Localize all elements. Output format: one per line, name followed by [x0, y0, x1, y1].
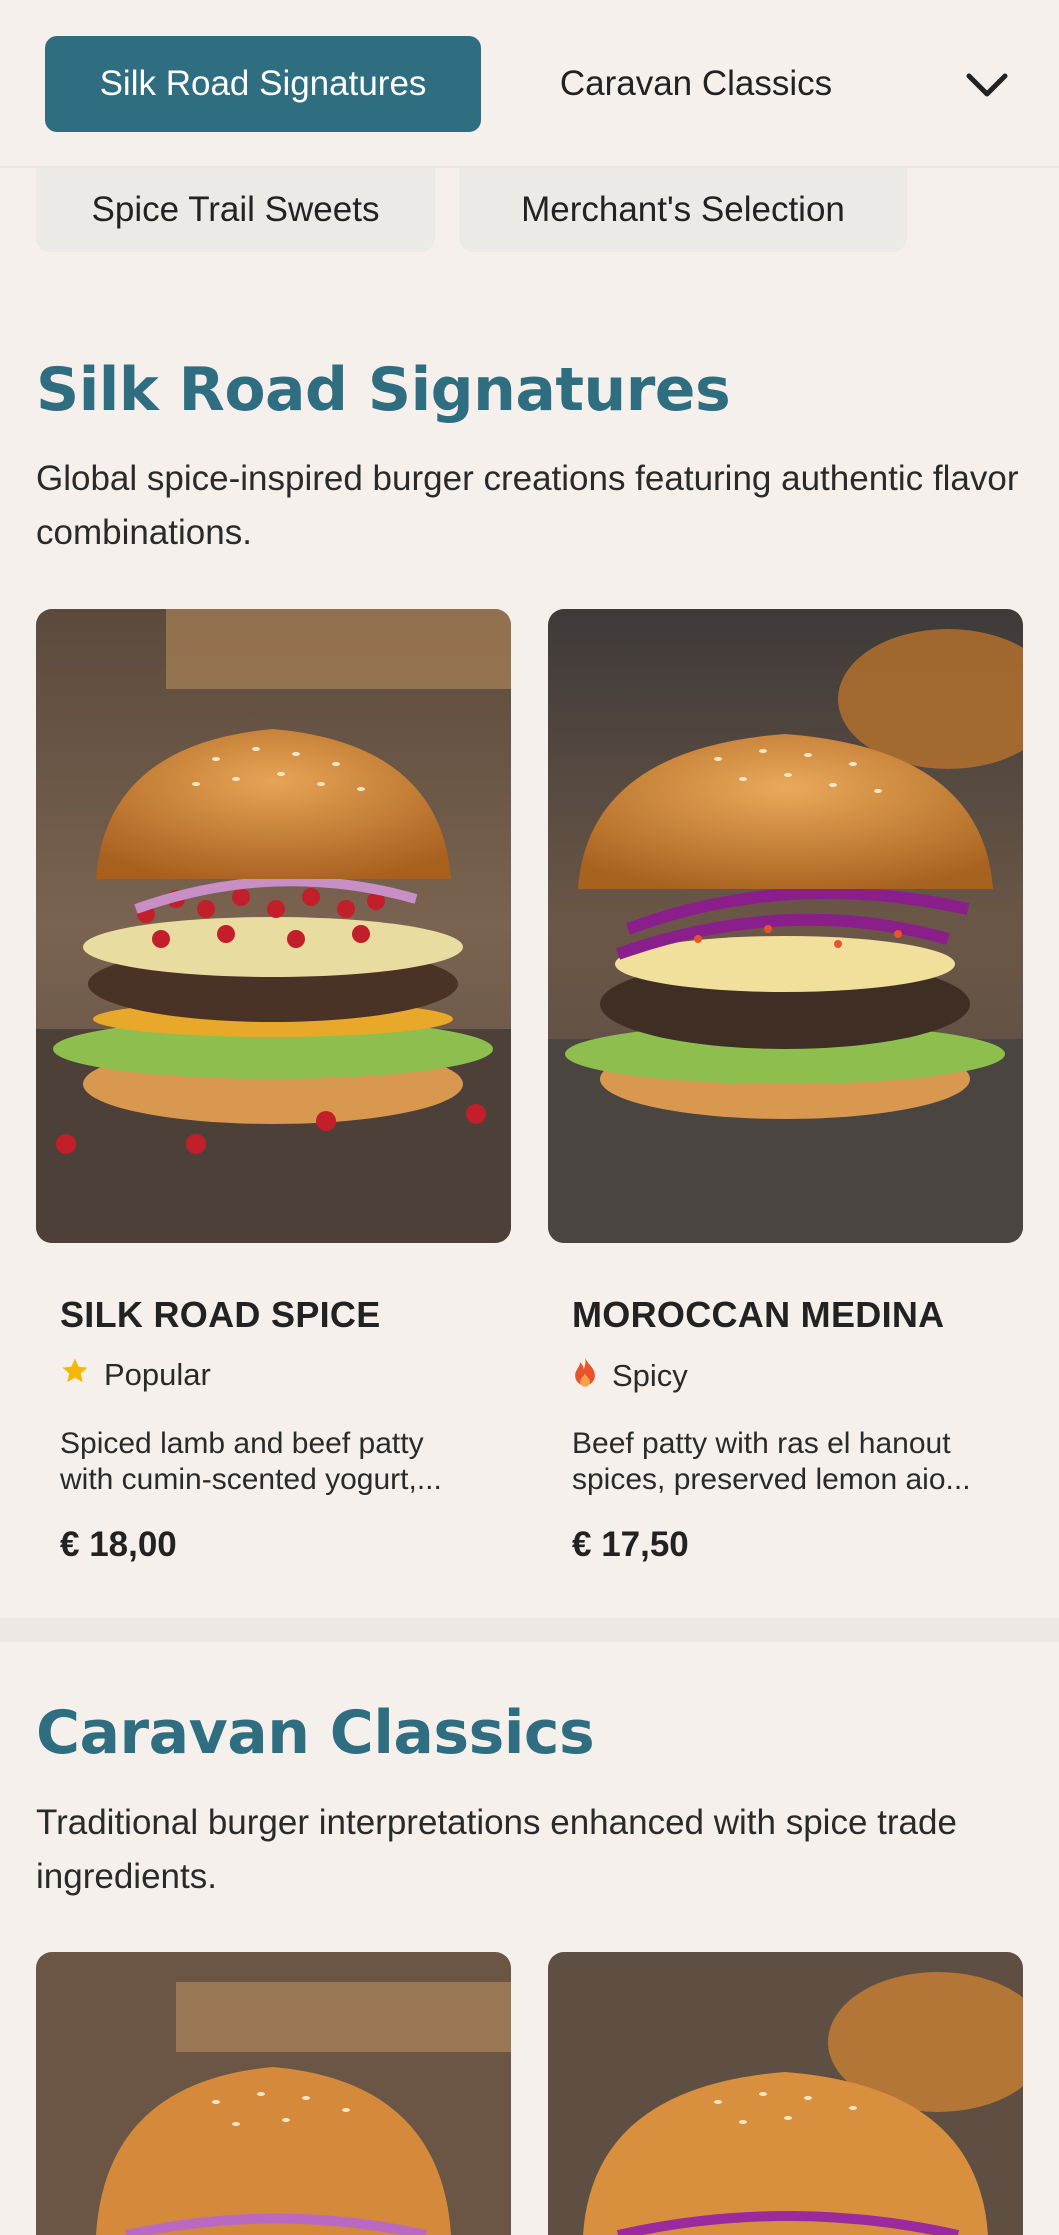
burger-image[interactable] [36, 1952, 511, 2235]
tab-caravan-classics[interactable]: Caravan Classics [506, 36, 886, 132]
tab-merchants-selection[interactable]: Merchant's Selection [459, 168, 907, 252]
section-description: Global spice-inspired burger creations f… [36, 459, 1019, 552]
section-title: Silk Road Signatures [36, 355, 731, 425]
item-description-line: spices, preserved lemon aio... [572, 1463, 971, 1496]
item-price: € 18,00 [60, 1525, 177, 1564]
chevron-down-icon[interactable] [962, 60, 1012, 110]
tab-silk-road-signatures[interactable]: Silk Road Signatures [45, 36, 481, 132]
badge-label: Spicy [612, 1358, 688, 1393]
section-title: Caravan Classics [36, 1698, 595, 1768]
burger-image[interactable] [36, 609, 511, 1243]
status-badge: Popular [60, 1356, 211, 1394]
item-name: SILK ROAD SPICE [60, 1294, 381, 1335]
burger-image[interactable] [548, 609, 1023, 1243]
section-divider [0, 1618, 1059, 1642]
item-description-line: Spiced lamb and beef patty [60, 1427, 424, 1460]
status-badge: Spicy [572, 1356, 688, 1396]
item-name: MOROCCAN MEDINA [572, 1294, 945, 1335]
badge-label: Popular [104, 1357, 211, 1392]
item-description: Beef patty with ras el hanout spices, pr… [572, 1426, 992, 1498]
category-nav: Silk Road Signatures Caravan Classics [0, 0, 1059, 168]
burger-image[interactable] [548, 1952, 1023, 2235]
item-description-line: with cumin-scented yogurt,... [60, 1463, 442, 1496]
item-description: Spiced lamb and beef patty with cumin-sc… [60, 1426, 480, 1498]
item-description-line: Beef patty with ras el hanout [572, 1427, 951, 1460]
flame-icon [572, 1356, 598, 1396]
star-icon [60, 1356, 90, 1394]
item-price: € 17,50 [572, 1525, 689, 1564]
tab-spice-trail-sweets[interactable]: Spice Trail Sweets [36, 168, 435, 252]
section-description: Traditional burger interpretations enhan… [36, 1803, 957, 1896]
